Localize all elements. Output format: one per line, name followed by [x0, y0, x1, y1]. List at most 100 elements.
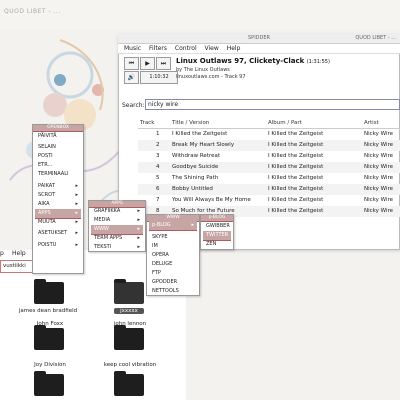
- root-menu-item-scrot[interactable]: SCROT ▸: [35, 191, 81, 200]
- quodlibet-titlebar: SPIDDER QUOD LIBET - ...: [118, 34, 400, 44]
- now-playing-artist: by The Linux Outlaws: [176, 67, 230, 73]
- root-menu-item[interactable]: ETR...: [35, 161, 81, 170]
- root-menu-item-other[interactable]: MUUTA ▸: [35, 218, 81, 227]
- search-input[interactable]: nicky wire: [145, 99, 400, 110]
- folder-icon[interactable]: [114, 279, 144, 304]
- play-button[interactable]: ▶: [140, 57, 155, 70]
- cell-artist: Nicky Wire: [364, 131, 394, 137]
- www-menu-item[interactable]: NETTOOLS: [149, 287, 197, 296]
- table-row[interactable]: 7 You Will Always Be My Home I Killed th…: [138, 195, 400, 206]
- folder-icon[interactable]: [34, 371, 64, 396]
- menu-control[interactable]: Control: [175, 44, 197, 54]
- menu-help[interactable]: Help: [227, 44, 241, 54]
- www-menu-item[interactable]: SKYPE: [149, 233, 197, 242]
- menu-filters[interactable]: Filters: [149, 44, 167, 54]
- cell-track: 3: [156, 153, 160, 159]
- position-display[interactable]: 1:10:32: [140, 71, 178, 84]
- root-menu-item-label: SCROT: [38, 192, 56, 198]
- folder-label-selected[interactable]: jxxxxx: [114, 308, 144, 314]
- root-menu-item[interactable]: SELAIN: [35, 143, 81, 152]
- apps-menu-graphics[interactable]: GRAFIIKKA ▸: [91, 207, 143, 216]
- table-row[interactable]: 2 Break My Heart Slowly I Killed the Zei…: [138, 140, 400, 151]
- submenu-arrow-icon: ▸: [75, 183, 78, 189]
- menu-fm-help[interactable]: Help: [12, 250, 26, 257]
- root-menu-item-settings[interactable]: ASETUKSET ▸: [35, 229, 81, 238]
- root-menu-item[interactable]: PÄIVITÄ: [35, 132, 81, 141]
- cell-album: I Killed the Zeitgeist: [268, 131, 324, 137]
- cell-title: You Will Always Be My Home: [172, 197, 251, 203]
- apps-menu-text[interactable]: TEKSTI ▸: [91, 243, 143, 252]
- folder-label[interactable]: james dean bradfield: [18, 308, 78, 314]
- volume-button[interactable]: 🔊: [124, 71, 139, 84]
- table-row[interactable]: 5 The Shining Path I Killed the Zeitgeis…: [138, 173, 400, 184]
- menu-music[interactable]: Music: [124, 44, 141, 54]
- cell-track: 4: [156, 164, 160, 170]
- quodlibet-title-center: SPIDDER: [248, 35, 270, 41]
- root-menu-item[interactable]: POSTI: [35, 152, 81, 161]
- cell-track: 6: [156, 186, 160, 192]
- www-menu-item[interactable]: GPODDER: [149, 278, 197, 287]
- table-row[interactable]: 3 Withdraw Retreat I Killed the Zeitgeis…: [138, 151, 400, 162]
- apps-menu-media[interactable]: MEDIA ▸: [91, 216, 143, 225]
- www-menu-item[interactable]: IM: [149, 242, 197, 251]
- cell-album: I Killed the Zeitgeist: [268, 186, 324, 192]
- www-menu-item[interactable]: FTP: [149, 269, 197, 278]
- root-menu-item[interactable]: TERMINAALI: [35, 170, 81, 179]
- next-button[interactable]: ⏭: [156, 57, 171, 70]
- now-playing-title: Linux Outlaws 97, Clickety-Clack (1:31:5…: [176, 57, 330, 65]
- previous-button[interactable]: ⏮: [124, 57, 139, 70]
- root-menu-item-time[interactable]: AIKA ▸: [35, 200, 81, 209]
- folder-label[interactable]: keep cool vibration: [100, 362, 160, 368]
- cell-title: Withdraw Retreat: [172, 153, 221, 159]
- blog-menu-item[interactable]: ZEN: [203, 240, 231, 249]
- apps-menu-label: MEDIA: [94, 217, 111, 223]
- blog-submenu-header: p-BLOG: [201, 215, 233, 222]
- www-menu-item[interactable]: OPERA: [149, 251, 197, 260]
- folder-label[interactable]: john lennon: [100, 321, 160, 327]
- www-menu-blog[interactable]: p-BLOG ▸: [149, 221, 197, 231]
- column-album[interactable]: Album / Part: [268, 120, 302, 126]
- search-label: Search:: [122, 102, 145, 109]
- cell-title: I Killed the Zeitgeist: [172, 131, 228, 137]
- table-row[interactable]: 6 Bobby Untitled I Killed the Zeitgeist …: [138, 184, 400, 195]
- cell-title: Bobby Untitled: [172, 186, 213, 192]
- next-icon: ⏭: [160, 60, 167, 67]
- table-row[interactable]: 1 I Killed the Zeitgeist I Killed the Ze…: [138, 129, 400, 140]
- column-artist[interactable]: Artist: [364, 120, 379, 126]
- cell-album: I Killed the Zeitgeist: [268, 142, 324, 148]
- root-menu-item-exit[interactable]: POISTU ▸: [35, 241, 81, 250]
- menu-view[interactable]: View: [205, 44, 219, 54]
- cell-album: I Killed the Zeitgeist: [268, 197, 324, 203]
- folder-label[interactable]: Joy Division: [20, 362, 80, 368]
- table-row[interactable]: 4 Goodbye Suicide I Killed the Zeitgeist…: [138, 162, 400, 173]
- quodlibet-menubar: Music Filters Control View Help: [118, 44, 400, 54]
- menu-fm-partial[interactable]: p: [0, 250, 4, 257]
- cell-artist: Nicky Wire: [364, 175, 394, 181]
- cell-track: 7: [156, 197, 160, 203]
- column-track[interactable]: Track: [140, 120, 154, 126]
- column-title[interactable]: Title / Version: [172, 120, 209, 126]
- cell-artist: Nicky Wire: [364, 197, 394, 203]
- now-playing-name: Linux Outlaws 97, Clickety-Clack: [176, 57, 305, 65]
- folder-icon[interactable]: [34, 325, 64, 350]
- openbox-root-menu: OPENBOX PÄIVITÄ SELAIN POSTI ETR... TERM…: [32, 124, 84, 274]
- root-menu-item-label: POISTU: [38, 242, 57, 248]
- blog-menu-item[interactable]: GWIBBER: [203, 222, 231, 231]
- www-menu-item[interactable]: DELUGE: [149, 260, 197, 269]
- apps-menu-term[interactable]: TERM APPS ▸: [91, 234, 143, 243]
- folder-icon[interactable]: [114, 325, 144, 350]
- now-playing-duration: (1:31:55): [306, 59, 330, 65]
- folder-label[interactable]: John Foxx: [20, 321, 80, 327]
- apps-submenu: APPS GRAFIIKKA ▸ MEDIA ▸ WWW ▸ TERM APPS ▸ T…: [88, 200, 146, 252]
- volume-icon: 🔊: [127, 74, 136, 81]
- root-menu-item-label: AIKA: [38, 201, 50, 207]
- song-list-header: Track Title / Version Album / Part Artis…: [138, 118, 400, 129]
- submenu-arrow-icon: ▸: [137, 208, 140, 214]
- folder-icon[interactable]: [34, 279, 64, 304]
- root-menu-item-places[interactable]: PAIKAT ▸: [35, 182, 81, 191]
- cell-album: I Killed the Zeitgeist: [268, 164, 324, 170]
- folder-icon[interactable]: [114, 371, 144, 396]
- root-menu-item-label: ASETUKSET: [38, 230, 68, 236]
- www-submenu: WWW p-BLOG ▸ SKYPE IM OPERA DELUGE FTP GP…: [146, 214, 200, 296]
- desktop-window-title: QUOD LIBET - ...: [4, 8, 61, 15]
